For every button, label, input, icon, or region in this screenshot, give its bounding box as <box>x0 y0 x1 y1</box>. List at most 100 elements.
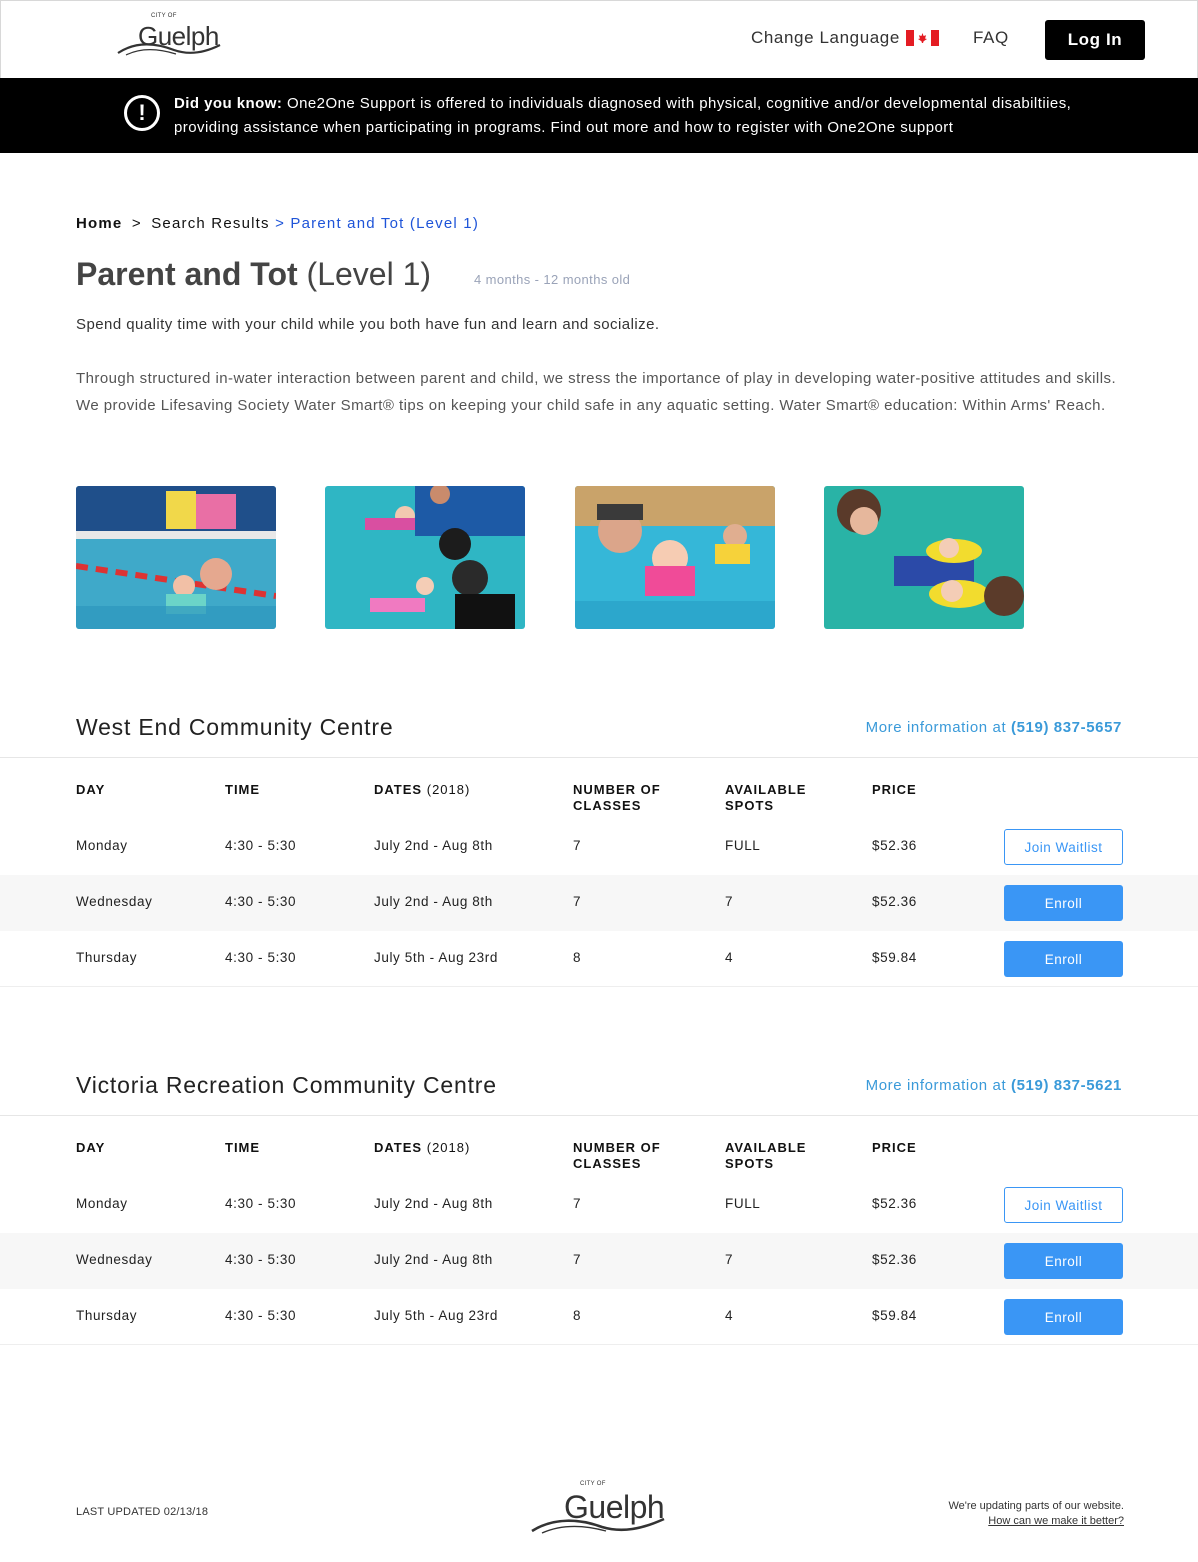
cell-price: $52.36 <box>872 838 917 853</box>
col-header-time: TIME <box>225 1140 261 1155</box>
change-language-link[interactable]: Change Language <box>751 28 900 48</box>
table-row: Wednesday 4:30 - 5:30 July 2nd - Aug 8th… <box>0 875 1198 931</box>
cell-spots: 4 <box>725 1308 734 1323</box>
login-button[interactable]: Log In <box>1045 20 1145 60</box>
phone-link[interactable]: (519) 837-5621 <box>1011 1077 1122 1094</box>
footer-feedback: We're updating parts of our website. How… <box>948 1499 1124 1529</box>
cell-classes: 7 <box>573 894 582 909</box>
enroll-button[interactable]: Enroll <box>1004 1299 1123 1335</box>
page-title: Parent and Tot (Level 1) <box>76 256 431 293</box>
logo-city-of: CITY OF <box>151 13 177 19</box>
location-title-west-end: West End Community Centre <box>76 714 394 740</box>
cell-price: $52.36 <box>872 894 917 909</box>
col-header-classes: NUMBER OF CLASSES <box>573 1140 661 1171</box>
col-header-dates: DATES (2018) <box>374 1140 471 1155</box>
program-level: (Level 1) <box>306 256 432 292</box>
cell-time: 4:30 - 5:30 <box>225 1196 297 1211</box>
exclamation-icon: ! <box>124 95 160 131</box>
table-row: Monday 4:30 - 5:30 July 2nd - Aug 8th 7 … <box>0 819 1198 875</box>
age-range: 4 months - 12 months old <box>474 272 631 287</box>
table-row: Thursday 4:30 - 5:30 July 5th - Aug 23rd… <box>0 931 1198 987</box>
col-header-price: PRICE <box>872 1140 917 1155</box>
section-divider <box>0 1115 1198 1116</box>
footer-logo-wordmark: Guelph <box>564 1489 665 1525</box>
cell-time: 4:30 - 5:30 <box>225 894 297 909</box>
col-header-day: DAY <box>76 782 106 797</box>
program-photo-4[interactable] <box>824 486 1024 629</box>
join-waitlist-button[interactable]: Join Waitlist <box>1004 1187 1123 1223</box>
cell-price: $52.36 <box>872 1252 917 1267</box>
cell-time: 4:30 - 5:30 <box>225 1308 297 1323</box>
program-photo-2[interactable] <box>325 486 525 629</box>
cell-spots: 4 <box>725 950 734 965</box>
program-description: Through structured in-water interaction … <box>76 370 1117 414</box>
footer-guelph-logo[interactable]: Guelph CITY OF <box>530 1481 670 1535</box>
location-title-victoria: Victoria Recreation Community Centre <box>76 1072 497 1098</box>
col-header-time: TIME <box>225 782 261 797</box>
phone-link[interactable]: (519) 837-5657 <box>1011 719 1122 736</box>
cell-day: Wednesday <box>76 894 153 909</box>
cell-day: Monday <box>76 838 128 853</box>
cell-classes: 8 <box>573 950 582 965</box>
section-divider <box>0 757 1198 758</box>
col-header-price: PRICE <box>872 782 917 797</box>
enroll-button[interactable]: Enroll <box>1004 941 1123 977</box>
city-of-guelph-logo[interactable]: Guelph CITY OF <box>116 13 226 59</box>
cell-dates: July 5th - Aug 23rd <box>374 1308 498 1323</box>
cell-classes: 7 <box>573 838 582 853</box>
location-info-west-end[interactable]: More information at (519) 837-5657 <box>866 719 1122 736</box>
info-prefix: More information at <box>865 719 1007 736</box>
cell-classes: 7 <box>573 1196 582 1211</box>
logo-wordmark: Guelph <box>138 21 219 51</box>
cell-time: 4:30 - 5:30 <box>225 1252 297 1267</box>
info-banner: ! Did you know: One2One Support is offer… <box>0 78 1198 153</box>
cell-day: Thursday <box>76 950 138 965</box>
cell-dates: July 2nd - Aug 8th <box>374 838 493 853</box>
cell-spots: 7 <box>725 894 734 909</box>
breadcrumb-search-results[interactable]: Search Results <box>151 215 270 232</box>
site-header: Guelph CITY OF Change Language FAQ Log I… <box>0 0 1198 78</box>
col-header-classes: NUMBER OF CLASSES <box>573 782 661 813</box>
cell-day: Thursday <box>76 1308 138 1323</box>
cell-spots: FULL <box>725 1196 761 1211</box>
cell-time: 4:30 - 5:30 <box>225 838 297 853</box>
table-row: Wednesday 4:30 - 5:30 July 2nd - Aug 8th… <box>0 1233 1198 1289</box>
col-header-day: DAY <box>76 1140 106 1155</box>
location-info-victoria[interactable]: More information at (519) 837-5621 <box>866 1077 1122 1094</box>
cell-price: $59.84 <box>872 950 917 965</box>
table-row: Thursday 4:30 - 5:30 July 5th - Aug 23rd… <box>0 1289 1198 1345</box>
join-waitlist-button[interactable]: Join Waitlist <box>1004 829 1123 865</box>
program-photo-3[interactable] <box>575 486 775 629</box>
table-bottom-border <box>0 986 1198 987</box>
cell-spots: FULL <box>725 838 761 853</box>
cell-dates: July 5th - Aug 23rd <box>374 950 498 965</box>
info-prefix: More information at <box>865 1077 1007 1094</box>
banner-message[interactable]: One2One Support is offered to individual… <box>174 95 1071 136</box>
cell-classes: 8 <box>573 1308 582 1323</box>
cell-time: 4:30 - 5:30 <box>225 950 297 965</box>
program-photo-1[interactable] <box>76 486 276 629</box>
enroll-button[interactable]: Enroll <box>1004 1243 1123 1279</box>
cell-classes: 7 <box>573 1252 582 1267</box>
cell-price: $59.84 <box>872 1308 917 1323</box>
table-bottom-border <box>0 1344 1198 1345</box>
canada-flag-icon[interactable] <box>906 30 939 46</box>
footer-updating-text: We're updating parts of our website. <box>948 1500 1124 1512</box>
breadcrumb-current: > Parent and Tot (Level 1) <box>275 215 480 232</box>
enroll-button[interactable]: Enroll <box>1004 885 1123 921</box>
cell-dates: July 2nd - Aug 8th <box>374 1252 493 1267</box>
col-header-dates: DATES (2018) <box>374 782 471 797</box>
faq-link[interactable]: FAQ <box>973 28 1009 48</box>
banner-label: Did you know: <box>174 95 283 112</box>
breadcrumb: Home > Search Results > Parent and Tot (… <box>76 215 479 232</box>
breadcrumb-home[interactable]: Home <box>76 215 122 232</box>
banner-text: Did you know: One2One Support is offered… <box>174 92 1084 140</box>
feedback-link[interactable]: How can we make it better? <box>948 1514 1124 1529</box>
footer-logo-city-of: CITY OF <box>580 1481 606 1487</box>
cell-day: Monday <box>76 1196 128 1211</box>
last-updated: LAST UPDATED 02/13/18 <box>76 1506 209 1518</box>
col-header-spots: AVAILABLE SPOTS <box>725 782 807 813</box>
col-header-spots: AVAILABLE SPOTS <box>725 1140 807 1171</box>
program-lead: Spend quality time with your child while… <box>76 316 660 333</box>
table-row: Monday 4:30 - 5:30 July 2nd - Aug 8th 7 … <box>0 1177 1198 1233</box>
